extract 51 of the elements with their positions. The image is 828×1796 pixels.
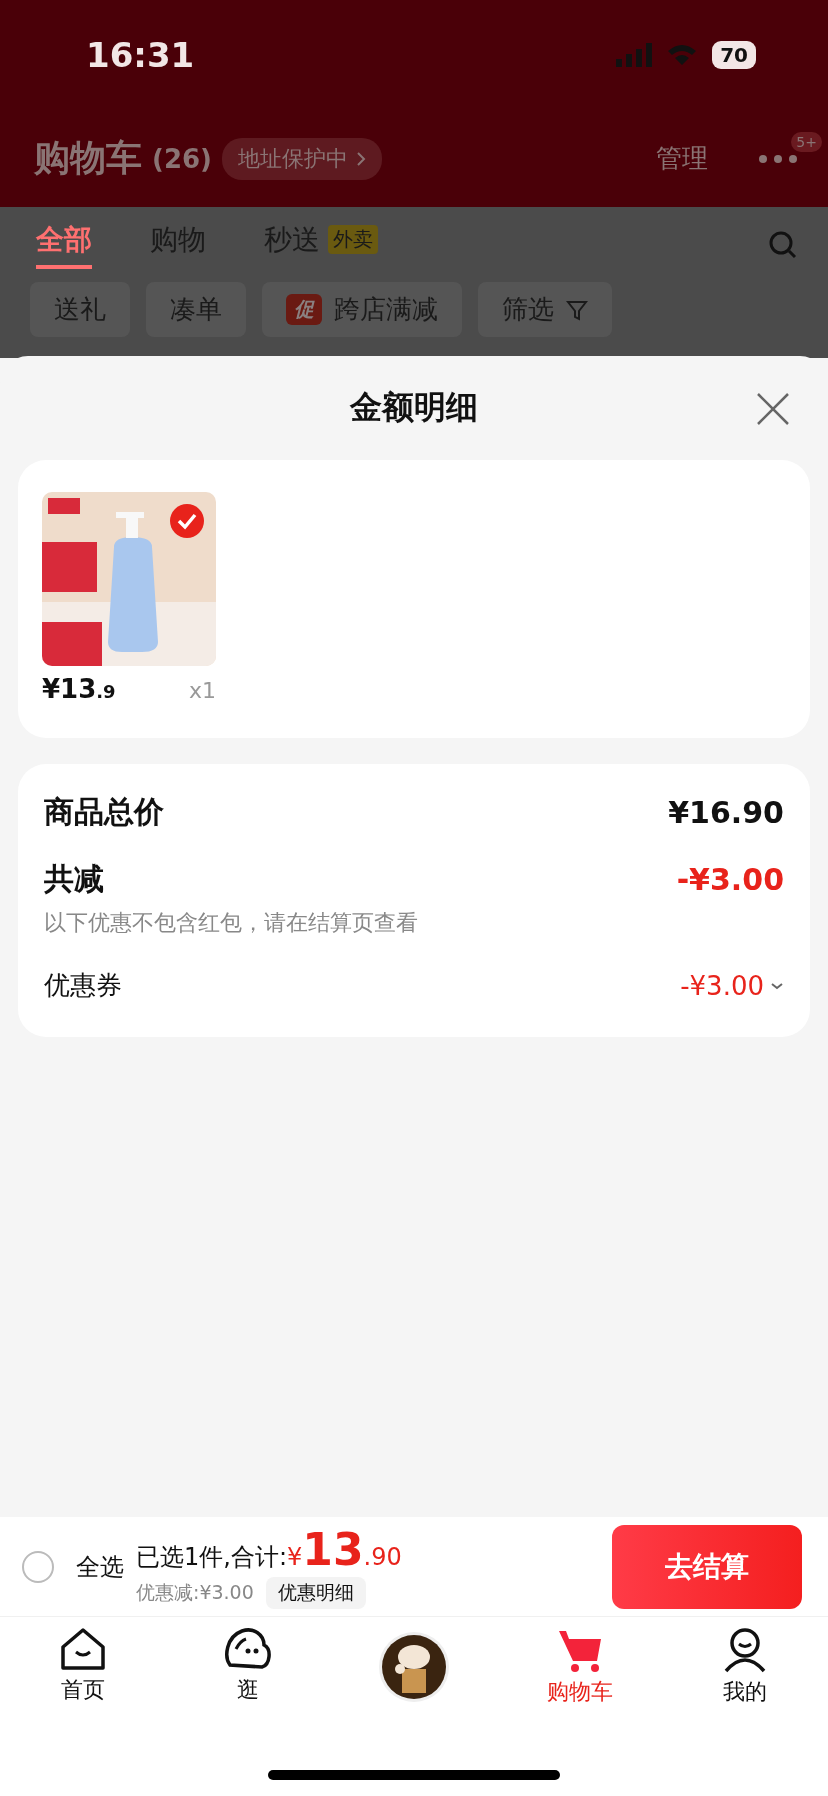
filter-icon (566, 298, 588, 321)
home-icon (59, 1627, 106, 1671)
chip-label: 筛选 (502, 293, 554, 326)
battery-icon: 70 (712, 41, 756, 69)
user-icon (723, 1627, 768, 1673)
wifi-icon (666, 43, 699, 67)
summary-label: 共减 (44, 860, 104, 898)
nav-tab[interactable]: 我的 (723, 1677, 768, 1707)
check-icon[interactable] (170, 504, 204, 538)
filter-chip[interactable]: 促 跨店满减 (262, 282, 462, 337)
discount-amount: 优惠减:¥3.00 (136, 1580, 254, 1605)
chip-label: 跨店满减 (334, 293, 438, 326)
filter-chip[interactable]: 凑单 (146, 282, 246, 337)
summary-label: 商品总价 (44, 793, 164, 831)
chevron-right-icon (355, 150, 366, 167)
filter-chip[interactable]: 筛选 (478, 282, 612, 337)
tab-tag: 外卖 (328, 225, 378, 254)
notification-badge: 5+ (791, 131, 822, 152)
select-all-label: 全选 (76, 1551, 124, 1583)
filter-chip[interactable]: 送礼 (30, 282, 130, 337)
page-title: 购物车 (34, 136, 142, 180)
blob-face-icon (224, 1627, 273, 1671)
summary-value[interactable]: -¥3.00 (680, 970, 784, 1001)
summary-value: -¥3.00 (676, 862, 784, 897)
chevron-down-icon (770, 980, 784, 991)
nav-tab[interactable]: 购物车 (546, 1677, 613, 1707)
sheet-title: 金额明细 (350, 387, 478, 428)
selected-summary: 已选1件,合计: (136, 1542, 287, 1573)
close-icon[interactable] (756, 392, 790, 426)
discount-note: 以下优惠不包含红包，请在结算页查看 (44, 909, 419, 937)
product-quantity: x1 (188, 678, 216, 703)
nav-tab[interactable]: 首页 (60, 1675, 105, 1705)
chip-label: 送礼 (54, 293, 106, 326)
nav-tab[interactable]: 逛 (237, 1675, 260, 1705)
manage-link[interactable]: 管理 (656, 141, 708, 176)
discount-details-button[interactable]: 优惠明细 (265, 1577, 366, 1609)
more-icon[interactable] (758, 153, 798, 164)
signal-icon (616, 43, 653, 67)
select-all-checkbox[interactable] (22, 1550, 54, 1583)
address-protection-pill[interactable]: 地址保护中 (221, 137, 382, 180)
promo-tag: 促 (286, 294, 322, 325)
product-price: ¥13.9 (42, 674, 116, 704)
category-tab[interactable]: 全部 (36, 220, 92, 269)
chip-label: 凑单 (170, 293, 222, 326)
checkout-button[interactable]: 去结算 (612, 1524, 802, 1609)
cart-count: (26) (152, 143, 212, 174)
summary-value: ¥16.90 (668, 795, 784, 830)
status-time: 16:31 (86, 35, 195, 75)
total-price: 13.90 (302, 1524, 402, 1575)
total-currency: ¥ (287, 1543, 303, 1571)
summary-label: 优惠券 (44, 969, 122, 1002)
